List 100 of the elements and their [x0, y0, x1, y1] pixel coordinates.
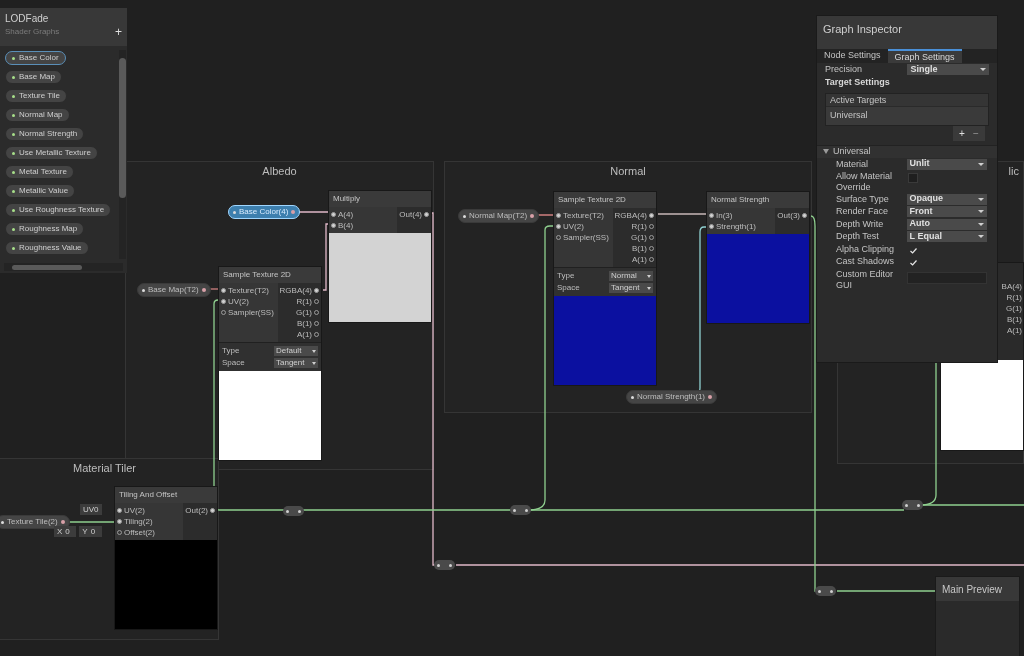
port-label: Offset(2)	[124, 526, 155, 539]
node-title: Normal Strength	[707, 192, 809, 208]
uv-dropdown[interactable]: UV0	[80, 504, 102, 515]
port-label: B(1)	[296, 317, 312, 330]
tab[interactable]: Graph Settings	[887, 49, 962, 63]
field-label: Precision	[825, 62, 863, 76]
port-label: Out(2)	[185, 504, 208, 517]
port-label: Strength(1)	[716, 220, 757, 233]
offset-field[interactable]: 0	[90, 525, 99, 538]
checkbox[interactable]	[908, 258, 918, 268]
property-node[interactable]: Base Color(4)	[228, 205, 301, 219]
port-icon[interactable]	[556, 213, 561, 218]
port-icon[interactable]	[331, 212, 336, 217]
axis-label: X	[57, 526, 63, 538]
graph-node[interactable]: Multiply A(4) B(4) Out(4)	[328, 190, 432, 323]
setting-dropdown[interactable]: Tangent	[274, 358, 318, 368]
graph-node[interactable]: Sample Texture 2D Texture(T2) UV(2) Sampler(SS) RGBA(4) R(1) G(1) B(1) A(1) Type Default Space Tangent	[218, 266, 322, 461]
panel-title: Graph Inspector	[823, 23, 902, 35]
field-label: Alpha Clipping	[836, 243, 896, 255]
property-item[interactable]: Base Map	[5, 70, 63, 84]
field-label: Custom Editor GUI	[836, 268, 895, 291]
scrollbar[interactable]	[4, 263, 123, 271]
setting-dropdown[interactable]: Tangent	[609, 283, 653, 293]
caret-icon	[978, 197, 984, 201]
dropdown[interactable]: Opaque	[906, 193, 987, 205]
checkbox[interactable]	[908, 245, 918, 256]
field-label: Allow Material Override	[836, 171, 894, 193]
node-title: Sample Texture 2D	[219, 267, 321, 283]
port-icon[interactable]	[221, 299, 226, 304]
checkbox[interactable]	[908, 173, 918, 183]
property-item[interactable]: Use Roughness Texture	[5, 203, 112, 217]
graph-node[interactable]: Sample Texture 2D Texture(T2) UV(2) Sampler(SS) RGBA(4) R(1) G(1) B(1) A(1) Type Normal Space Tangent	[553, 191, 657, 386]
port-icon[interactable]	[709, 213, 714, 218]
field-label: Material	[836, 158, 869, 170]
port-label: B(1)	[1006, 314, 1022, 325]
port-icon[interactable]	[314, 288, 319, 293]
dropdown[interactable]: Unlit	[906, 158, 987, 170]
port-icon[interactable]	[424, 212, 429, 217]
graph-node[interactable]: Normal Strength In(3) Strength(1) Out(3)	[706, 191, 810, 324]
port-icon[interactable]	[709, 224, 714, 229]
caret-icon	[978, 235, 984, 238]
caret-icon	[978, 162, 984, 166]
node-title: Multiply	[329, 191, 431, 207]
port-icon[interactable]	[331, 223, 336, 228]
port-icon[interactable]	[556, 224, 561, 229]
property-item[interactable]: Normal Strength	[5, 127, 85, 141]
port-icon[interactable]	[210, 508, 215, 513]
dropdown[interactable]: Front	[906, 206, 987, 217]
port-label: A(1)	[1006, 325, 1022, 336]
dropdown[interactable]: Auto	[906, 218, 987, 230]
property-item[interactable]: Roughness Map	[5, 222, 85, 236]
setting-dropdown[interactable]: Normal	[609, 271, 653, 281]
property-item[interactable]: Normal Map	[5, 108, 70, 122]
panel-title: Main Preview	[936, 577, 1019, 601]
reroute-node[interactable]	[815, 586, 836, 596]
property-item[interactable]: Base Color	[5, 51, 66, 65]
property-item[interactable]: Roughness Value	[5, 241, 89, 255]
port-icon[interactable]	[221, 288, 226, 293]
reroute-node[interactable]	[283, 506, 304, 516]
add-property-button[interactable]: +	[115, 26, 122, 38]
field-label: Depth Test	[836, 231, 880, 242]
dropdown[interactable]: L Equal	[906, 231, 987, 242]
property-node[interactable]: Normal Strength(1)	[626, 390, 718, 404]
setting-label: Type	[557, 270, 575, 282]
reroute-node[interactable]	[902, 500, 923, 510]
setting-dropdown[interactable]: Default	[274, 346, 318, 356]
port-label: Tiling(2)	[124, 515, 153, 528]
port-label: Out(4)	[399, 208, 422, 221]
port-label: A(1)	[631, 253, 647, 266]
setting-label: Space	[557, 282, 580, 294]
port-label: Sampler(SS)	[228, 306, 274, 319]
group-title: Albedo	[262, 164, 297, 179]
graph-node[interactable]: Tiling And Offset UV(2) Tiling(2) Offset(2) Out(2)	[114, 486, 218, 630]
caret-icon	[312, 361, 316, 365]
caret-icon	[978, 210, 984, 213]
property-item[interactable]: Use Metallic Texture	[5, 146, 98, 160]
property-node[interactable]: Normal Map(T2)	[458, 209, 540, 223]
port-icon[interactable]	[802, 213, 807, 218]
port-icon[interactable]	[117, 508, 122, 513]
section-heading: Target Settings	[824, 76, 891, 89]
port-icon[interactable]	[649, 213, 654, 218]
property-node[interactable]: Texture Tile(2)	[0, 515, 70, 529]
property-item[interactable]: Metallic Value	[5, 184, 76, 198]
dropdown[interactable]: Single	[907, 64, 989, 75]
reroute-node[interactable]	[510, 505, 531, 515]
blackboard-title: LODFade	[5, 12, 50, 26]
port-icon[interactable]	[117, 519, 122, 524]
property-item[interactable]: Metal Texture	[5, 165, 74, 179]
property-node[interactable]: Base Map(T2)	[137, 283, 211, 297]
scrollbar[interactable]	[119, 50, 126, 259]
node-title: Sample Texture 2D	[554, 192, 656, 208]
add-target-button[interactable]: +	[955, 125, 969, 141]
tab[interactable]: Node Settings	[817, 49, 888, 63]
remove-target-button[interactable]: −	[969, 125, 983, 141]
caret-icon	[978, 222, 984, 226]
reroute-node[interactable]	[434, 560, 455, 570]
caret-icon	[647, 286, 651, 290]
property-item[interactable]: Texture Tile	[5, 89, 67, 103]
port-label: G(1)	[631, 231, 647, 244]
section-header[interactable]: Universal	[817, 144, 997, 158]
